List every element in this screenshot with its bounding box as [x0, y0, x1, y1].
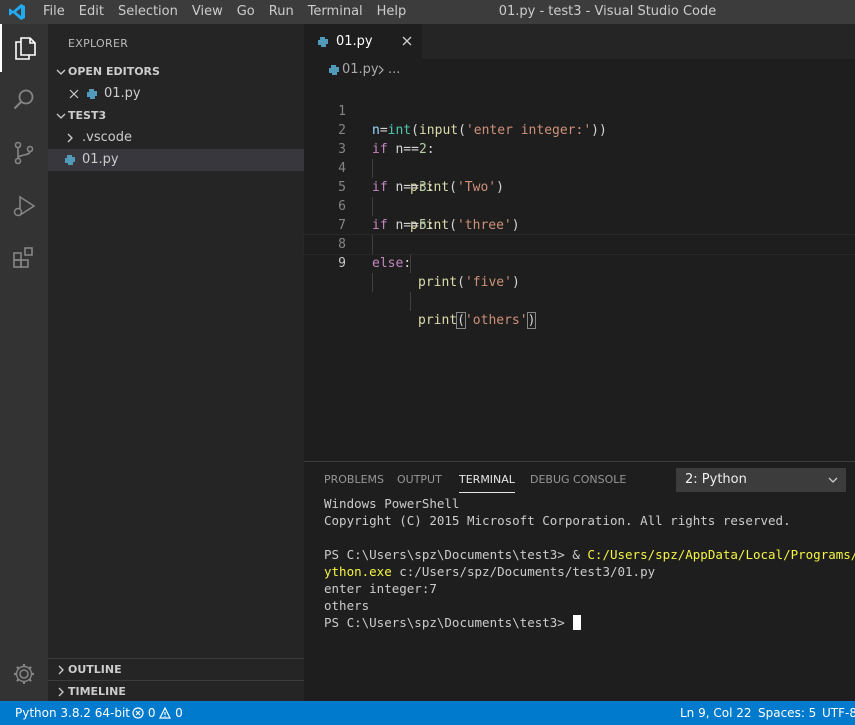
- code-line: 6 if n==5:: [338, 199, 435, 233]
- code-line: 7 print('five'): [338, 218, 520, 290]
- menu-selection[interactable]: Selection: [111, 0, 185, 24]
- open-editors-header[interactable]: OPEN EDITORS: [48, 61, 304, 83]
- python-file-icon: [65, 155, 75, 165]
- tab-debug-console[interactable]: DEBUG CONSOLE: [530, 472, 626, 488]
- code-line: 4 if n==3:: [338, 161, 435, 195]
- terminal-line: ython.exe c:/Users/spz/Documents/test3/0…: [324, 564, 656, 579]
- extensions-icon[interactable]: [0, 234, 48, 282]
- terminal-line: enter integer:7: [324, 581, 437, 596]
- menu-edit[interactable]: Edit: [72, 0, 111, 24]
- chevron-down-icon: [828, 477, 838, 483]
- editor-tabs: 01.py: [304, 24, 855, 59]
- close-icon[interactable]: [400, 34, 414, 48]
- source-control-icon[interactable]: [0, 129, 48, 177]
- terminal-prompt[interactable]: PS C:\Users\spz\Documents\test3>: [324, 614, 582, 631]
- tab-01py[interactable]: 01.py: [304, 24, 422, 59]
- problems-indicator[interactable]: 0 0: [132, 701, 183, 725]
- tree-item-01py[interactable]: 01.py: [48, 149, 304, 171]
- terminal-line: Windows PowerShell: [324, 496, 460, 511]
- terminal-line: others: [324, 598, 370, 613]
- tree-item-label: 01.py: [82, 152, 119, 167]
- close-icon[interactable]: [68, 88, 80, 100]
- chevron-down-icon: [56, 113, 66, 119]
- encoding[interactable]: UTF-8: [822, 701, 855, 725]
- manage-gear-icon[interactable]: [0, 650, 48, 698]
- python-file-icon: [329, 65, 339, 75]
- chevron-right-icon: [67, 133, 73, 143]
- menu-go[interactable]: Go: [230, 0, 262, 24]
- outline-header[interactable]: OUTLINE: [48, 658, 304, 681]
- chevron-right-icon: [378, 65, 384, 75]
- cursor-position[interactable]: Ln 9, Col 22: [680, 701, 752, 725]
- tab-terminal[interactable]: TERMINAL: [459, 472, 515, 493]
- code-line-current: 9 print('others'): [303, 234, 855, 329]
- chevron-right-icon: [58, 665, 64, 675]
- python-file-icon: [87, 89, 97, 99]
- code-line: 8 else:: [338, 237, 412, 271]
- error-icon: [132, 707, 144, 719]
- breadcrumb-symbols[interactable]: ...: [388, 59, 400, 81]
- code-editor[interactable]: 1 n=int(input('enter integer:')) 2 if n=…: [303, 81, 855, 461]
- code-line: 2 if n==2:: [338, 123, 435, 157]
- python-file-icon: [318, 37, 328, 47]
- folder-header[interactable]: TEST3: [48, 105, 304, 127]
- code-line: 1 n=int(input('enter integer:')): [338, 104, 607, 138]
- terminal-cursor: [573, 615, 582, 630]
- terminal-select-value: 2: Python: [685, 472, 747, 487]
- terminal-select[interactable]: 2: Python: [676, 468, 846, 492]
- terminal-line: Copyright (C) 2015 Microsoft Corporation…: [324, 513, 791, 528]
- breadcrumb-file[interactable]: 01.py: [342, 59, 379, 81]
- explorer-icon[interactable]: [0, 24, 48, 72]
- vscode-logo-icon: [9, 4, 25, 20]
- menu-view[interactable]: View: [185, 0, 230, 24]
- terminal-line: PS C:\Users\spz\Documents\test3> & C:/Us…: [324, 547, 855, 562]
- breadcrumb: 01.py ...: [304, 59, 855, 81]
- title-bar: File Edit Selection View Go Run Terminal…: [0, 0, 855, 24]
- warning-icon: [159, 706, 172, 719]
- menu-terminal[interactable]: Terminal: [301, 0, 370, 24]
- chevron-down-icon: [56, 69, 66, 75]
- chevron-right-icon: [58, 687, 64, 697]
- sidebar-title: EXPLORER: [68, 37, 129, 50]
- tree-item-vscode-folder[interactable]: .vscode: [48, 127, 304, 149]
- window-title: 01.py - test3 - Visual Studio Code: [498, 4, 717, 19]
- menu-run[interactable]: Run: [262, 0, 301, 24]
- explorer-sidebar: EXPLORER OPEN EDITORS 01.py TEST3 .vscod…: [48, 24, 304, 701]
- tree-item-label: .vscode: [82, 130, 132, 145]
- status-bar: Python 3.8.2 64-bit 0 0 Ln 9, Col 22 Spa…: [0, 701, 855, 725]
- menu-help[interactable]: Help: [370, 0, 414, 24]
- code-line: 5 print('three'): [338, 180, 520, 233]
- activity-bar: [0, 24, 48, 701]
- tab-problems[interactable]: PROBLEMS: [324, 472, 384, 488]
- open-editor-item[interactable]: 01.py: [48, 83, 304, 105]
- menu-file[interactable]: File: [36, 0, 72, 24]
- run-debug-icon[interactable]: [0, 182, 48, 230]
- tab-output[interactable]: OUTPUT: [397, 472, 442, 488]
- tab-label: 01.py: [336, 34, 373, 49]
- open-editor-label: 01.py: [104, 86, 141, 101]
- search-icon[interactable]: [0, 76, 48, 124]
- bottom-panel: PROBLEMS OUTPUT TERMINAL DEBUG CONSOLE 2…: [304, 461, 855, 701]
- code-line: 3 print('Two'): [338, 142, 504, 195]
- timeline-header[interactable]: TIMELINE: [48, 680, 304, 703]
- python-interpreter[interactable]: Python 3.8.2 64-bit: [15, 701, 130, 725]
- indentation[interactable]: Spaces: 5: [758, 701, 816, 725]
- menu-bar: File Edit Selection View Go Run Terminal…: [36, 0, 413, 24]
